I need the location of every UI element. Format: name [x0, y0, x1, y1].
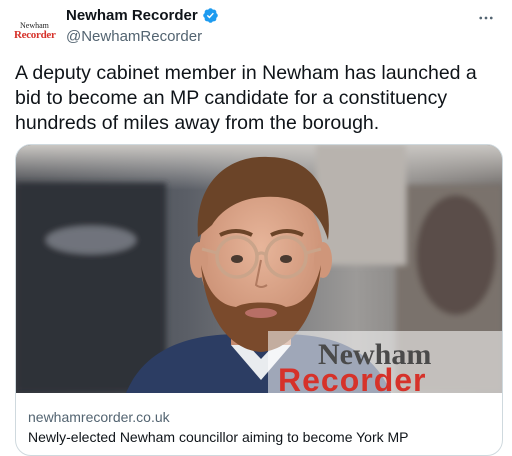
link-card[interactable]: Newham Recorder newhamrecorder.co.uk New…: [15, 144, 503, 456]
tweet-text: A deputy cabinet member in Newham has la…: [15, 62, 477, 134]
card-image[interactable]: Newham Recorder: [16, 145, 502, 393]
author-name-row: Newham Recorder: [66, 7, 219, 24]
avatar-logo-bottom: Recorder: [14, 28, 56, 41]
watermark-bottom: Recorder: [278, 362, 427, 393]
handle[interactable]: @NewhamRecorder: [66, 28, 202, 45]
verified-badge-icon: [202, 8, 218, 23]
avatar[interactable]: Newham Recorder: [14, 8, 60, 54]
card-title[interactable]: Newly-elected Newham councillor aiming t…: [28, 429, 409, 445]
tweet: Newham Recorder Newham Recorder @NewhamR…: [0, 0, 512, 456]
display-name[interactable]: Newham Recorder: [66, 7, 198, 24]
more-options-icon[interactable]: [474, 6, 498, 30]
card-domain: newhamrecorder.co.uk: [28, 409, 170, 425]
